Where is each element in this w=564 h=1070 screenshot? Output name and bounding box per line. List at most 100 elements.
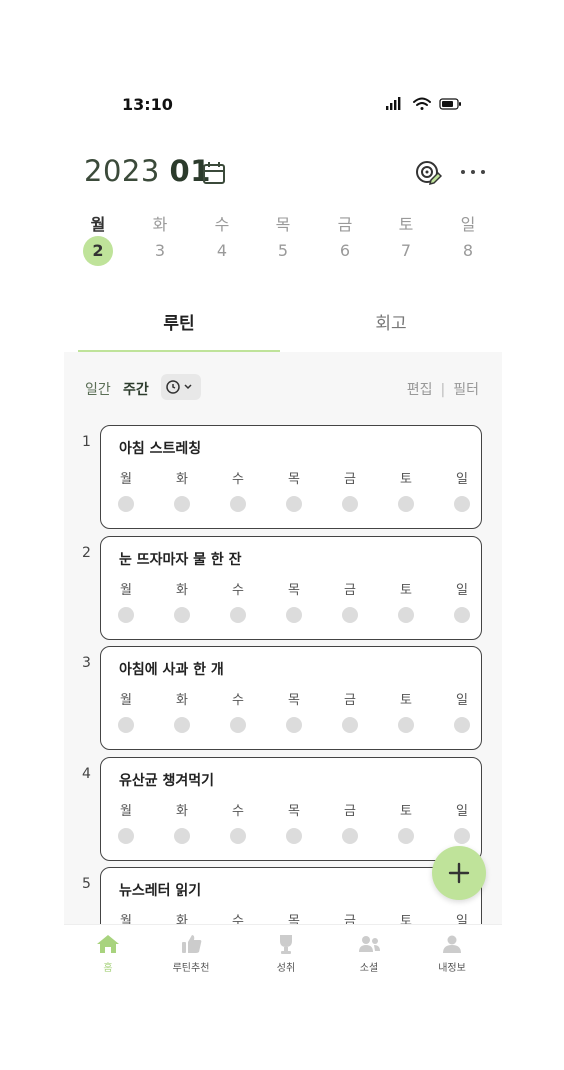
routine-number: 1: [82, 434, 91, 450]
day-label: 토: [400, 472, 412, 487]
status-time: 13:10: [122, 95, 173, 114]
day-label: 수: [232, 804, 244, 819]
check-dot[interactable]: [454, 496, 470, 512]
day-label: 금: [344, 583, 356, 598]
routine-title: 아침 스트레칭: [119, 441, 202, 457]
signal-icon: [386, 97, 401, 110]
day-label: 일: [456, 804, 468, 819]
tab-retrospective[interactable]: 회고: [290, 312, 492, 352]
check-dot[interactable]: [454, 717, 470, 733]
week-day-label: 금: [337, 215, 353, 234]
goal-target-icon[interactable]: [414, 158, 443, 186]
routine-card[interactable]: 아침 스트레칭 월 화 수 목 금 토 일: [100, 425, 482, 529]
nav-home[interactable]: 홈: [73, 933, 143, 974]
filter-button[interactable]: 필터: [453, 382, 479, 398]
check-dot[interactable]: [174, 828, 190, 844]
check-dot[interactable]: [398, 496, 414, 512]
check-dot[interactable]: [230, 496, 246, 512]
routine-days: 월 화 수 목 금 토 일: [101, 579, 481, 599]
divider: |: [440, 382, 446, 398]
day-label: 일: [456, 693, 468, 708]
week-day-label: 토: [398, 215, 414, 234]
week-day-sat[interactable]: 토7: [386, 214, 426, 266]
time-sort-button[interactable]: [161, 374, 201, 400]
week-day-label: 수: [214, 215, 230, 234]
status-icons: [384, 96, 464, 112]
filter-daily[interactable]: 일간: [85, 379, 111, 399]
week-day-label: 화: [152, 215, 168, 234]
check-dot[interactable]: [174, 717, 190, 733]
check-dot[interactable]: [118, 607, 134, 623]
day-label: 목: [288, 804, 300, 819]
routine-title: 아침에 사과 한 개: [119, 662, 224, 678]
thumbs-up-icon: [182, 935, 202, 953]
check-dot[interactable]: [454, 607, 470, 623]
check-dot[interactable]: [230, 717, 246, 733]
routine-card[interactable]: 아침에 사과 한 개 월 화 수 목 금 토 일: [100, 646, 482, 750]
day-label: 수: [232, 472, 244, 487]
week-strip: 월2 화3 수4 목5 금6 토7 일8: [66, 214, 498, 266]
day-label: 금: [344, 804, 356, 819]
check-dot[interactable]: [118, 496, 134, 512]
day-label: 월: [120, 583, 132, 598]
check-dot[interactable]: [398, 717, 414, 733]
check-dot[interactable]: [398, 607, 414, 623]
calendar-icon[interactable]: [202, 161, 226, 185]
day-label: 화: [176, 804, 188, 819]
check-dot[interactable]: [398, 828, 414, 844]
week-date: 3: [154, 241, 166, 260]
routine-card[interactable]: 유산균 챙겨먹기 월 화 수 목 금 토 일: [100, 757, 482, 861]
check-dot[interactable]: [230, 607, 246, 623]
day-label: 목: [288, 583, 300, 598]
chevron-down-icon: [184, 384, 192, 390]
check-dot[interactable]: [454, 828, 470, 844]
week-date: 7: [400, 241, 412, 260]
check-dot[interactable]: [286, 496, 302, 512]
check-dot[interactable]: [286, 717, 302, 733]
edit-button[interactable]: 편집: [407, 382, 433, 398]
check-dot[interactable]: [230, 828, 246, 844]
check-dot[interactable]: [174, 496, 190, 512]
check-dot[interactable]: [286, 607, 302, 623]
check-dot[interactable]: [286, 828, 302, 844]
nav-label: 홈: [103, 963, 113, 974]
check-dot[interactable]: [342, 607, 358, 623]
add-routine-button[interactable]: [432, 846, 486, 900]
week-day-tue[interactable]: 화3: [140, 214, 180, 266]
week-day-fri[interactable]: 금6: [325, 214, 365, 266]
nav-routine-recommend[interactable]: 루틴추천: [156, 933, 226, 974]
day-label: 목: [288, 693, 300, 708]
more-options-icon[interactable]: [460, 160, 486, 184]
filter-weekly[interactable]: 주간: [123, 379, 149, 399]
routine-title: 눈 뜨자마자 물 한 잔: [119, 552, 242, 568]
nav-profile[interactable]: 내정보: [417, 933, 487, 974]
week-day-label: 월: [90, 215, 106, 234]
week-day-thu[interactable]: 목5: [263, 214, 303, 266]
routine-title: 유산균 챙겨먹기: [119, 773, 215, 789]
day-label: 화: [176, 472, 188, 487]
page-title: 2023 01: [84, 154, 211, 188]
week-day-wed[interactable]: 수4: [202, 214, 242, 266]
week-date: 8: [462, 241, 474, 260]
check-dot[interactable]: [118, 828, 134, 844]
check-dot[interactable]: [118, 717, 134, 733]
routine-number: 2: [82, 545, 91, 561]
nav-achievement[interactable]: 성취: [251, 933, 321, 974]
day-label: 토: [400, 804, 412, 819]
tab-routine[interactable]: 루틴: [78, 312, 280, 352]
user-icon: [443, 935, 461, 953]
day-label: 목: [288, 472, 300, 487]
check-dot[interactable]: [342, 717, 358, 733]
week-date: 5: [277, 241, 289, 260]
nav-social[interactable]: 소셜: [334, 933, 404, 974]
day-label: 금: [344, 693, 356, 708]
check-dot[interactable]: [342, 828, 358, 844]
week-day-sun[interactable]: 일8: [448, 214, 488, 266]
day-label: 금: [344, 472, 356, 487]
week-day-mon[interactable]: 월2: [78, 214, 118, 266]
wifi-icon: [413, 97, 431, 110]
routine-card[interactable]: 눈 뜨자마자 물 한 잔 월 화 수 목 금 토 일: [100, 536, 482, 640]
check-dot[interactable]: [174, 607, 190, 623]
week-date: 6: [339, 241, 351, 260]
check-dot[interactable]: [342, 496, 358, 512]
